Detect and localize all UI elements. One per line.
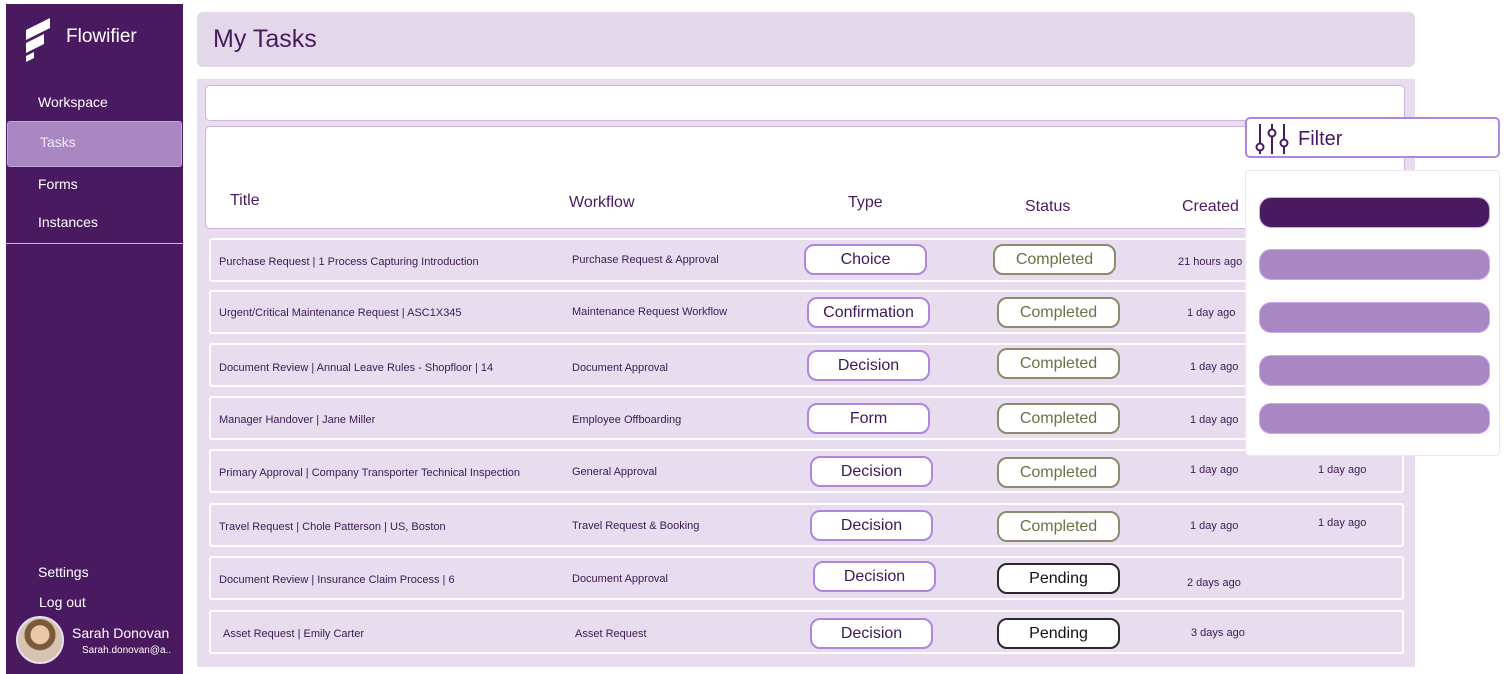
table-row[interactable]: Primary Approval | Company Transporter T… <box>209 449 1404 493</box>
table-row[interactable]: Purchase Request | 1 Process Capturing I… <box>209 238 1404 282</box>
logout-link[interactable]: Log out <box>39 594 86 610</box>
task-type-badge: Decision <box>813 561 936 592</box>
task-workflow: General Approval <box>572 466 657 478</box>
app-name: Flowifier <box>66 26 137 47</box>
filter-option[interactable] <box>1259 355 1490 386</box>
task-type-badge: Form <box>807 403 930 434</box>
task-created: 1 day ago <box>1190 520 1239 532</box>
task-title: Travel Request | Chole Patterson | US, B… <box>219 521 446 533</box>
table-row[interactable]: Travel Request | Chole Patterson | US, B… <box>209 503 1404 547</box>
task-created: 1 day ago <box>1190 361 1239 373</box>
status-badge: Completed <box>993 244 1116 275</box>
status-badge: Completed <box>997 511 1120 542</box>
column-status[interactable]: Status <box>1025 198 1070 216</box>
task-type-badge: Decision <box>807 350 930 381</box>
brand[interactable]: Flowifier <box>24 18 137 64</box>
user-email: Sarah.donovan@a.. <box>82 644 172 656</box>
table-row[interactable]: Document Review | Annual Leave Rules - S… <box>209 343 1404 387</box>
table-row[interactable]: Asset Request | Emily Carter Asset Reque… <box>209 610 1404 654</box>
flowifier-logo-icon <box>26 18 50 62</box>
status-badge: Pending <box>997 563 1120 594</box>
page-header: My Tasks <box>197 12 1415 67</box>
task-workflow: Asset Request <box>575 628 647 640</box>
page-title: My Tasks <box>213 25 317 53</box>
task-type-badge: Confirmation <box>807 297 930 328</box>
task-title: Primary Approval | Company Transporter T… <box>219 467 521 479</box>
status-badge: Completed <box>997 403 1120 434</box>
task-workflow: Document Approval <box>572 573 668 585</box>
table-header: Title Workflow Type Status Created <box>205 126 1405 229</box>
table-row[interactable]: Manager Handover | Jane Miller Employee … <box>209 396 1404 440</box>
sidebar-divider <box>6 243 183 244</box>
status-badge: Completed <box>997 457 1120 488</box>
filter-panel <box>1245 170 1500 456</box>
task-created: 21 hours ago <box>1178 256 1243 268</box>
task-created: 3 days ago <box>1191 627 1245 639</box>
task-workflow: Maintenance Request Workflow <box>572 306 728 318</box>
status-badge: Pending <box>997 618 1120 649</box>
task-created: 1 day ago <box>1190 464 1239 476</box>
task-workflow: Employee Offboarding <box>572 414 682 426</box>
user-name: Sarah Donovan <box>72 624 170 641</box>
task-title: Purchase Request | 1 Process Capturing I… <box>219 256 479 268</box>
sidebar-item-workspace[interactable]: Workspace <box>6 84 183 120</box>
filter-option[interactable] <box>1259 249 1490 280</box>
table-row[interactable]: Urgent/Critical Maintenance Request | AS… <box>209 290 1404 334</box>
settings-link[interactable]: Settings <box>38 564 89 580</box>
user-profile[interactable]: Sarah Donovan Sarah.donovan@a.. <box>16 616 171 664</box>
task-title: Asset Request | Emily Carter <box>223 628 365 640</box>
avatar <box>16 616 64 664</box>
task-title: Document Review | Insurance Claim Proces… <box>219 574 455 586</box>
task-type-badge: Decision <box>810 456 933 487</box>
task-type-badge: Decision <box>810 618 933 649</box>
column-workflow[interactable]: Workflow <box>569 194 635 212</box>
task-type-badge: Choice <box>804 244 927 275</box>
column-created[interactable]: Created <box>1182 198 1239 216</box>
task-title: Manager Handover | Jane Miller <box>219 414 376 426</box>
task-title: Urgent/Critical Maintenance Request | AS… <box>219 307 462 319</box>
status-badge: Completed <box>997 348 1120 379</box>
filter-option[interactable] <box>1259 302 1490 333</box>
status-badge: Completed <box>997 297 1120 328</box>
task-workflow: Travel Request & Booking <box>572 520 700 532</box>
table-row[interactable]: Document Review | Insurance Claim Proces… <box>209 556 1404 600</box>
filter-button[interactable]: Filter <box>1245 117 1500 158</box>
sidebar-item-instances[interactable]: Instances <box>6 204 183 240</box>
task-updated: 1 day ago <box>1318 517 1367 529</box>
task-workflow: Purchase Request & Approval <box>572 254 719 266</box>
sidebar: Flowifier Workspace Tasks Forms Instance… <box>6 4 183 674</box>
column-title[interactable]: Title <box>230 192 260 210</box>
sliders-icon <box>1255 124 1289 154</box>
search-input[interactable] <box>205 85 1405 121</box>
task-created: 1 day ago <box>1190 414 1239 426</box>
task-title: Document Review | Annual Leave Rules - S… <box>219 362 494 374</box>
filter-label: Filter <box>1298 128 1343 150</box>
sidebar-item-forms[interactable]: Forms <box>6 166 183 202</box>
filter-option[interactable] <box>1259 403 1490 434</box>
task-type-badge: Decision <box>810 510 933 541</box>
task-created: 1 day ago <box>1187 307 1236 319</box>
column-type[interactable]: Type <box>848 194 883 212</box>
task-created: 2 days ago <box>1187 577 1241 589</box>
filter-option[interactable] <box>1259 197 1490 228</box>
task-workflow: Document Approval <box>572 362 668 374</box>
sidebar-item-tasks[interactable]: Tasks <box>7 121 182 167</box>
task-updated: 1 day ago <box>1318 464 1367 476</box>
tasks-panel: Title Workflow Type Status Created Purch… <box>197 79 1415 667</box>
